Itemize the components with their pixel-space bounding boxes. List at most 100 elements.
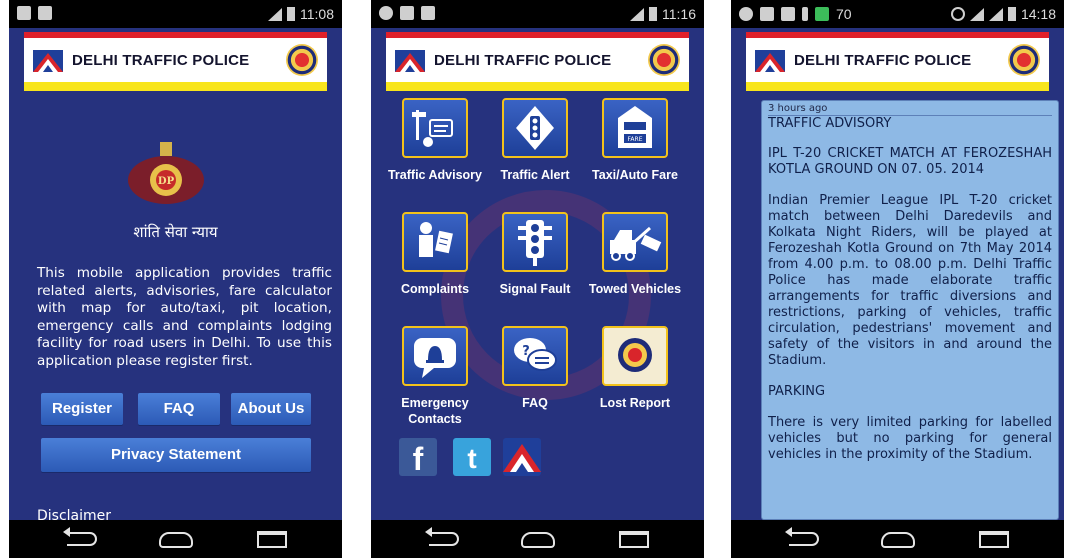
facebook-icon[interactable]: f bbox=[399, 438, 437, 477]
app-banner: DELHI TRAFFIC POLICE bbox=[386, 32, 689, 91]
android-nav-bar bbox=[371, 520, 704, 558]
phone-screen-menu: 11:16 DELHI TRAFFIC POLICE Traffic Advis… bbox=[371, 0, 704, 558]
chat-bubbles-icon: ? bbox=[502, 326, 568, 386]
app-banner: DELHI TRAFFIC POLICE bbox=[24, 32, 327, 91]
register-button[interactable]: Register bbox=[41, 393, 123, 425]
recent-apps-icon[interactable] bbox=[619, 531, 649, 548]
android-nav-bar bbox=[9, 520, 342, 558]
tile-complaints[interactable]: Complaints bbox=[385, 212, 485, 297]
tile-taxi-auto-fare[interactable]: FARE Taxi/Auto Fare bbox=[585, 98, 685, 183]
fare-meter-icon: FARE bbox=[602, 98, 668, 158]
phone-screen-home: 11:08 DELHI TRAFFIC POLICE DP शांति सेवा… bbox=[9, 0, 342, 558]
battery-icon bbox=[649, 7, 657, 21]
police-seal-icon bbox=[648, 44, 680, 76]
tile-signal-fault[interactable]: Signal Fault bbox=[485, 212, 585, 297]
tile-label: Taxi/Auto Fare bbox=[592, 168, 678, 182]
advisory-card[interactable]: 3 hours ago TRAFFIC ADVISORY IPL T-20 CR… bbox=[761, 100, 1059, 520]
tile-traffic-alert[interactable]: Traffic Alert bbox=[485, 98, 585, 183]
status-bar: 11:08 bbox=[9, 0, 342, 28]
gallery-icon bbox=[38, 6, 52, 20]
tile-lost-report[interactable]: Lost Report bbox=[585, 326, 685, 411]
delhi-police-icon[interactable] bbox=[503, 438, 541, 476]
tile-label: Emergency Contacts bbox=[401, 396, 469, 426]
wifi-icon bbox=[969, 7, 984, 21]
chat-icon bbox=[379, 6, 393, 20]
section-heading: PARKING bbox=[768, 384, 826, 399]
recent-apps-icon[interactable] bbox=[979, 531, 1009, 548]
police-seal-icon bbox=[1008, 44, 1040, 76]
faq-button[interactable]: FAQ bbox=[138, 393, 220, 425]
gallery-icon bbox=[400, 6, 414, 20]
tile-label: Complaints bbox=[400, 282, 470, 296]
back-icon[interactable] bbox=[63, 527, 97, 546]
whatsapp-icon bbox=[739, 7, 753, 21]
linkedin-icon bbox=[17, 6, 31, 20]
mail-icon bbox=[781, 7, 795, 21]
svg-text:?: ? bbox=[522, 344, 530, 359]
home-icon[interactable] bbox=[881, 532, 915, 548]
status-bar: 11:16 bbox=[371, 0, 704, 28]
banner-title: DELHI TRAFFIC POLICE bbox=[794, 52, 972, 69]
back-icon[interactable] bbox=[785, 527, 819, 546]
traffic-light-icon bbox=[502, 212, 568, 272]
complaint-icon bbox=[402, 212, 468, 272]
tile-emergency-contacts[interactable]: Emergency Contacts bbox=[385, 326, 485, 427]
notification-count: 70 bbox=[836, 6, 852, 22]
motto-text: शांति सेवा न्याय bbox=[133, 223, 218, 241]
tile-towed-vehicles[interactable]: Towed Vehicles bbox=[585, 212, 685, 297]
alarm-icon bbox=[950, 7, 965, 21]
parking-body: There is very limited parking for labell… bbox=[768, 415, 1052, 462]
svg-text:t: t bbox=[467, 443, 476, 474]
recent-apps-icon[interactable] bbox=[257, 531, 287, 548]
delhi-police-flag-icon bbox=[33, 50, 63, 72]
tow-truck-icon bbox=[602, 212, 668, 272]
svg-text:f: f bbox=[413, 441, 424, 476]
back-icon[interactable] bbox=[425, 527, 459, 546]
tile-label: FAQ bbox=[522, 396, 548, 410]
app-banner: DELHI TRAFFIC POLICE bbox=[746, 32, 1049, 91]
mail-icon bbox=[760, 7, 774, 21]
clock: 14:18 bbox=[1020, 6, 1056, 22]
delhi-police-flag-icon bbox=[755, 50, 785, 72]
signal-icon bbox=[988, 7, 1003, 21]
signal-icon bbox=[630, 7, 644, 21]
traffic-sign-icon bbox=[502, 98, 568, 158]
tile-traffic-advisory[interactable]: Traffic Advisory bbox=[385, 98, 485, 183]
svg-text:FARE: FARE bbox=[628, 136, 643, 143]
phone-screen-advisory: 70 14:18 DELHI TRAFFIC POLICE 3 hours ag… bbox=[731, 0, 1064, 558]
battery-icon bbox=[287, 7, 295, 21]
tile-label: Traffic Advisory bbox=[387, 168, 482, 182]
posted-time: 3 hours ago bbox=[768, 103, 1052, 116]
svg-text:DP: DP bbox=[158, 176, 175, 187]
tile-label: Signal Fault bbox=[499, 282, 571, 296]
delhi-police-flag-icon bbox=[395, 50, 425, 72]
tile-faq[interactable]: ? FAQ bbox=[485, 326, 585, 411]
siren-icon bbox=[402, 326, 468, 386]
home-icon[interactable] bbox=[521, 532, 555, 548]
clock: 11:16 bbox=[662, 6, 696, 22]
tile-label: Lost Report bbox=[599, 396, 671, 410]
banner-title: DELHI TRAFFIC POLICE bbox=[434, 52, 612, 69]
usb-icon bbox=[802, 7, 808, 21]
banner-title: DELHI TRAFFIC POLICE bbox=[72, 52, 250, 69]
tile-label: Traffic Alert bbox=[500, 168, 570, 182]
signpost-icon bbox=[402, 98, 468, 158]
about-us-button[interactable]: About Us bbox=[231, 393, 311, 425]
message-icon bbox=[815, 7, 829, 21]
privacy-statement-button[interactable]: Privacy Statement bbox=[41, 438, 311, 472]
intro-text: This mobile application provides traffic… bbox=[37, 265, 332, 369]
delhi-police-emblem-icon: DP bbox=[128, 142, 204, 204]
police-seal-icon bbox=[602, 326, 668, 386]
android-nav-bar bbox=[731, 520, 1064, 558]
home-icon[interactable] bbox=[159, 532, 193, 548]
card-heading: TRAFFIC ADVISORY bbox=[768, 116, 892, 131]
advisory-title: IPL T-20 CRICKET MATCH AT FEROZESHAH KOT… bbox=[768, 146, 1052, 177]
tile-label: Towed Vehicles bbox=[588, 282, 682, 296]
clock: 11:08 bbox=[300, 6, 334, 22]
twitter-icon[interactable]: t bbox=[453, 438, 491, 476]
linkedin-icon bbox=[421, 6, 435, 20]
signal-icon bbox=[268, 7, 282, 21]
police-seal-icon bbox=[286, 44, 318, 76]
advisory-body: Indian Premier League IPL T-20 cricket m… bbox=[768, 193, 1052, 368]
battery-icon bbox=[1007, 7, 1016, 21]
